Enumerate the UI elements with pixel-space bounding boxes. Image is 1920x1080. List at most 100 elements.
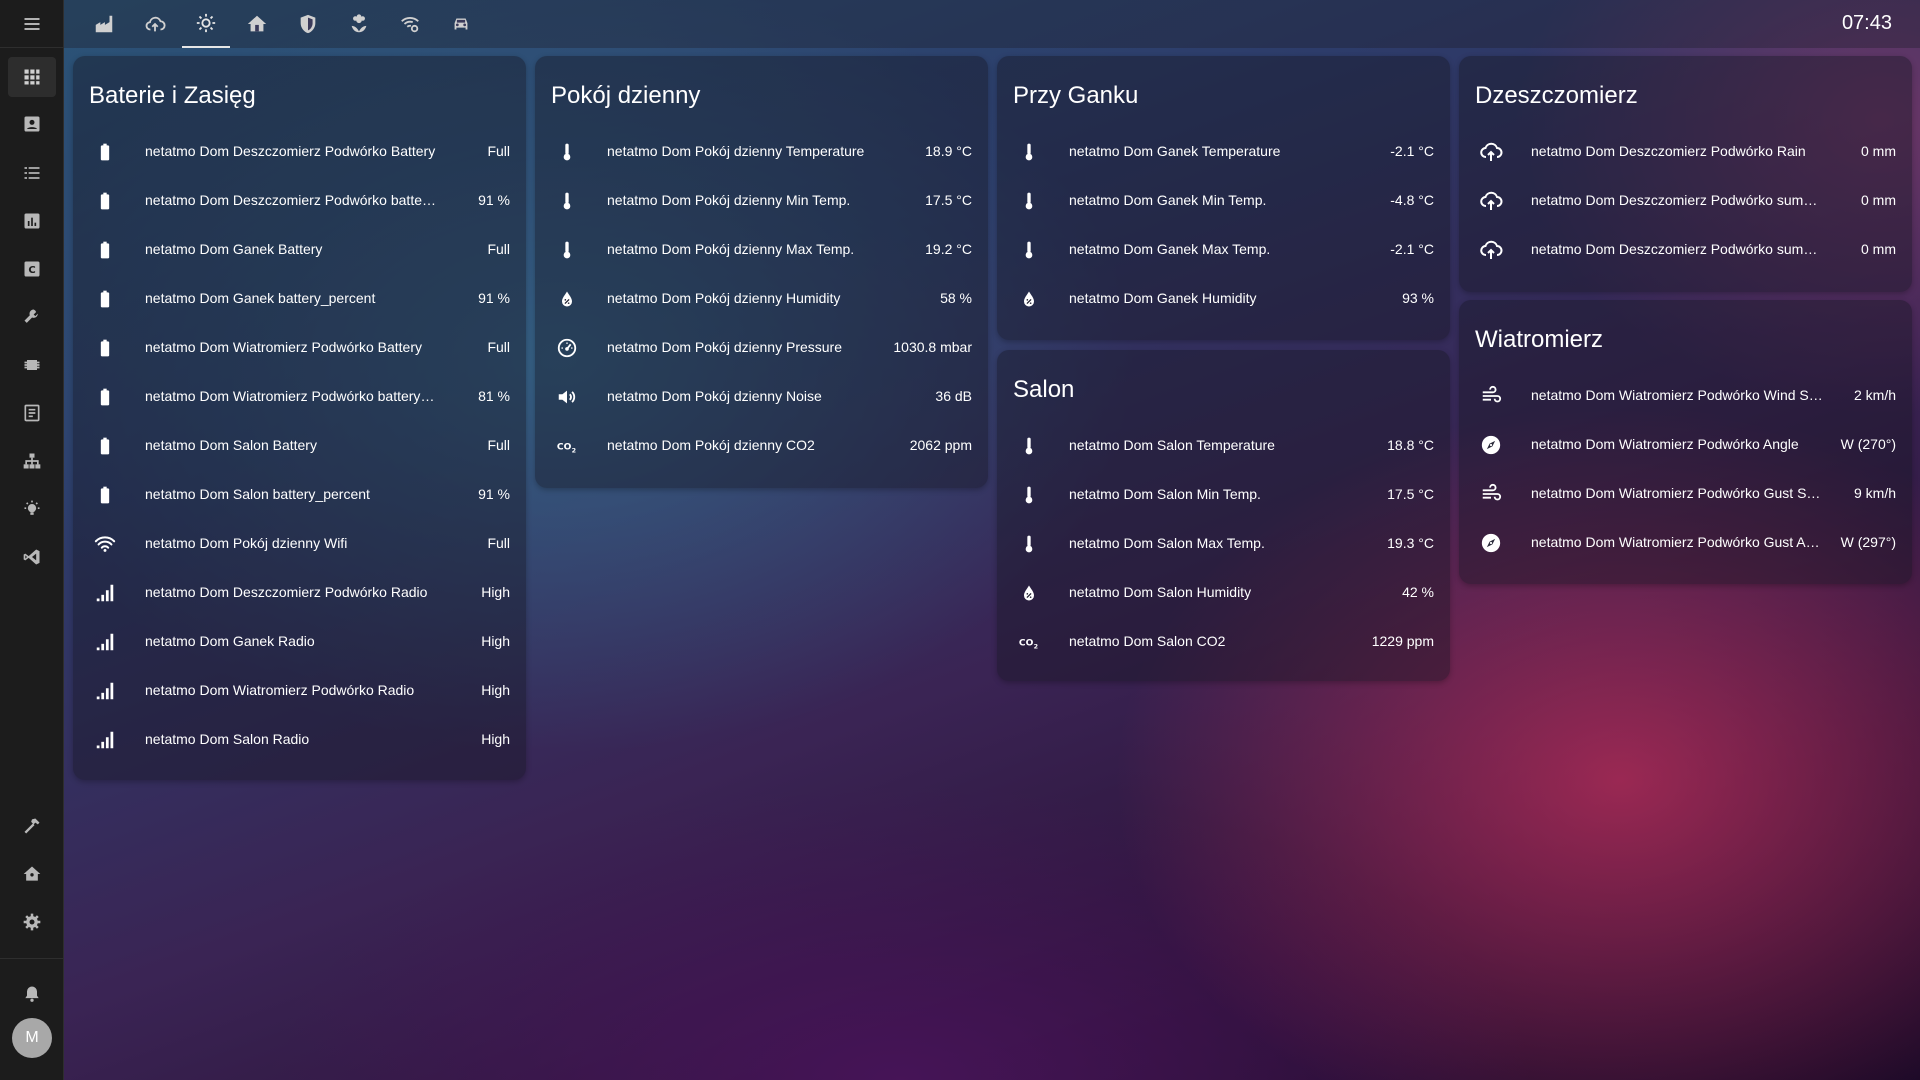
tab-network[interactable]: [386, 0, 434, 48]
wifi-icon: [93, 532, 117, 556]
entity-row[interactable]: netatmo Dom Salon Battery Full: [73, 426, 526, 466]
entity-row[interactable]: netatmo Dom Salon battery_percent 91 %: [73, 475, 526, 515]
gear-icon: [23, 913, 41, 931]
tab-sun[interactable]: [182, 0, 230, 48]
signal-icon: [93, 679, 117, 703]
entity-row[interactable]: netatmo Dom Ganek battery_percent 91 %: [73, 279, 526, 319]
entity-state: 0 mm: [1861, 143, 1896, 159]
entity-state: 18.9 °C: [925, 143, 972, 159]
entity-row[interactable]: netatmo Dom Wiatromierz Podwórko Gust An…: [1459, 523, 1912, 563]
entity-row[interactable]: netatmo Dom Wiatromierz Podwórko Angle W …: [1459, 425, 1912, 465]
entity-row[interactable]: CO 2 netatmo Dom Pokój dzienny CO2 2062 ppm: [535, 426, 988, 466]
entity-row[interactable]: netatmo Dom Wiatromierz Podwórko Battery…: [73, 328, 526, 368]
battery-icon: [93, 434, 117, 458]
humidity-icon: [555, 287, 579, 311]
sidebar-item-developer-tools[interactable]: [8, 806, 56, 846]
entity-row[interactable]: netatmo Dom Pokój dzienny Min Temp. 17.5 …: [535, 181, 988, 221]
sidebar-item-home-assistant[interactable]: [8, 854, 56, 894]
sidebar-item-lights[interactable]: [8, 489, 56, 529]
sidebar-item-media[interactable]: [8, 345, 56, 385]
entity-row[interactable]: netatmo Dom Deszczomierz Podwórko Rain 0 …: [1459, 132, 1912, 172]
entity-row[interactable]: netatmo Dom Salon Radio High: [73, 720, 526, 760]
svg-text:2: 2: [1034, 642, 1038, 650]
entity-name: netatmo Dom Pokój dzienny Noise: [607, 388, 822, 404]
entity-row[interactable]: netatmo Dom Pokój dzienny Temperature 18.…: [535, 132, 988, 172]
sidebar-item-hacs[interactable]: C: [8, 249, 56, 289]
entity-state: 0 mm: [1861, 192, 1896, 208]
entity-row[interactable]: netatmo Dom Deszczomierz Podwórko batter…: [73, 181, 526, 221]
entity-state: Full: [487, 339, 510, 355]
wind-icon: [1479, 384, 1503, 408]
avatar[interactable]: M: [12, 1018, 52, 1058]
tab-home[interactable]: [233, 0, 281, 48]
entity-name: netatmo Dom Ganek Min Temp.: [1069, 192, 1267, 208]
battery-icon: [93, 336, 117, 360]
tab-security[interactable]: [284, 0, 332, 48]
gauge-icon: [555, 336, 579, 360]
entity-row[interactable]: netatmo Dom Wiatromierz Podwórko Wind St…: [1459, 376, 1912, 416]
entity-row[interactable]: netatmo Dom Salon Temperature 18.8 °C: [997, 426, 1450, 466]
sidebar-item-map[interactable]: [8, 104, 56, 144]
wind-icon: [1479, 482, 1503, 506]
thermometer-icon: [1017, 483, 1041, 507]
entity-state: 93 %: [1402, 290, 1434, 306]
sun-icon: [196, 13, 216, 33]
entity-row[interactable]: netatmo Dom Ganek Battery Full: [73, 230, 526, 270]
menu-icon[interactable]: [0, 0, 64, 48]
tab-weather[interactable]: [131, 0, 179, 48]
entity-row[interactable]: netatmo Dom Deszczomierz Podwórko Radio H…: [73, 573, 526, 613]
entity-row[interactable]: netatmo Dom Pokój dzienny Wifi Full: [73, 524, 526, 564]
cloud-upload-icon: [145, 16, 166, 32]
entity-name: netatmo Dom Pokój dzienny Temperature: [607, 143, 865, 159]
entity-row[interactable]: netatmo Dom Wiatromierz Podwórko Gust St…: [1459, 474, 1912, 514]
entity-state: 9 km/h: [1853, 485, 1896, 501]
card-title: Salon: [1013, 376, 1075, 403]
entity-state: 0 mm: [1861, 241, 1896, 257]
entity-name: netatmo Dom Salon Battery: [145, 437, 317, 453]
sidebar-item-network[interactable]: [8, 441, 56, 481]
entity-name: netatmo Dom Ganek battery_percent: [145, 290, 376, 306]
entity-name: netatmo Dom Ganek Radio: [145, 633, 315, 649]
entity-name: netatmo Dom Pokój dzienny Humidity: [607, 290, 841, 306]
entity-row[interactable]: CO 2 netatmo Dom Salon CO2 1229 ppm: [997, 622, 1450, 662]
entity-name: netatmo Dom Salon battery_percent: [145, 486, 370, 502]
entity-row[interactable]: netatmo Dom Salon Max Temp. 19.3 °C: [997, 524, 1450, 564]
entity-state: 17.5 °C: [1387, 486, 1434, 502]
entity-row[interactable]: netatmo Dom Deszczomierz Podwórko Batter…: [73, 132, 526, 172]
sidebar-item-notifications[interactable]: [8, 974, 56, 1014]
entity-row[interactable]: netatmo Dom Pokój dzienny Humidity 58 %: [535, 279, 988, 319]
battery-icon: [93, 385, 117, 409]
sidebar-item-vscode[interactable]: [8, 537, 56, 577]
thermometer-icon: [1017, 189, 1041, 213]
entity-state: High: [481, 633, 510, 649]
entity-row[interactable]: netatmo Dom Pokój dzienny Noise 36 dB: [535, 377, 988, 417]
tab-garden[interactable]: [335, 0, 383, 48]
entity-row[interactable]: netatmo Dom Ganek Temperature -2.1 °C: [997, 132, 1450, 172]
entity-row[interactable]: netatmo Dom Ganek Humidity 93 %: [997, 279, 1450, 319]
sidebar-item-tools[interactable]: [8, 297, 56, 337]
sidebar-item-overview[interactable]: [8, 57, 56, 97]
entity-row[interactable]: netatmo Dom Salon Humidity 42 %: [997, 573, 1450, 613]
entity-row[interactable]: netatmo Dom Wiatromierz Podwórko Radio Hi…: [73, 671, 526, 711]
entity-row[interactable]: netatmo Dom Pokój dzienny Max Temp. 19.2 …: [535, 230, 988, 270]
entity-state: -4.8 °C: [1390, 192, 1434, 208]
entity-row[interactable]: netatmo Dom Ganek Radio High: [73, 622, 526, 662]
wrench-icon: [24, 309, 38, 323]
entity-row[interactable]: netatmo Dom Ganek Max Temp. -2.1 °C: [997, 230, 1450, 270]
entity-row[interactable]: netatmo Dom Wiatromierz Podwórko battery…: [73, 377, 526, 417]
grid-icon: [24, 69, 40, 85]
co2-icon: CO 2: [1017, 630, 1041, 654]
sidebar-item-history[interactable]: [8, 201, 56, 241]
entity-row[interactable]: netatmo Dom Deszczomierz Podwórko sum_ra…: [1459, 230, 1912, 270]
entity-row[interactable]: netatmo Dom Salon Min Temp. 17.5 °C: [997, 475, 1450, 515]
svg-text:CO: CO: [557, 442, 572, 453]
tab-car[interactable]: [437, 0, 485, 48]
tab-energy[interactable]: [80, 0, 128, 48]
sidebar-item-settings[interactable]: [8, 902, 56, 942]
entity-row[interactable]: netatmo Dom Deszczomierz Podwórko sum_ra…: [1459, 181, 1912, 221]
sidebar-item-logbook[interactable]: [8, 153, 56, 193]
entity-name: netatmo Dom Wiatromierz Podwórko battery…: [145, 388, 438, 404]
sidebar-item-notes[interactable]: [8, 393, 56, 433]
entity-row[interactable]: netatmo Dom Pokój dzienny Pressure 1030.8…: [535, 328, 988, 368]
entity-row[interactable]: netatmo Dom Ganek Min Temp. -4.8 °C: [997, 181, 1450, 221]
